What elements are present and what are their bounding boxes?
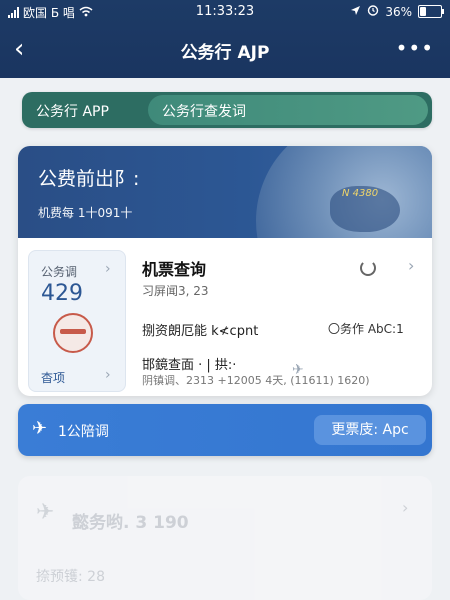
official-duty-card[interactable]: 公务调 › 429 杳项 › [28,250,126,392]
chevron-right-icon[interactable]: › [408,256,414,275]
airplane-icon: ✈ [36,500,55,525]
official-duty-footer[interactable]: 杳项 [41,369,65,386]
hero-code: N 4380 [342,188,379,199]
chevron-right-icon[interactable]: › [105,261,111,277]
battery-icon [418,5,444,18]
faded-card[interactable]: ✈ 懿务哟. 3 190 › 捺预镬: 28 [18,476,432,600]
chevron-right-icon[interactable]: › [402,498,408,517]
ticket-schedule: 阴镇调、2313 +12005 4天, (11611) 1620) [142,374,370,387]
ticket-query-panel[interactable]: 机票查询 › 习屏闻3, 23 捌资朗厄能 k≮cpnt 〇务作 AbC:1 邯… [142,250,428,390]
app-bar[interactable]: 公务行 APP 公务行查发词 [22,92,432,128]
loading-icon [360,260,376,276]
app-bar-label: 公务行 APP [36,104,109,120]
hero-banner: 公费前岀阝: 机费每 1十091十 N 4380 [18,146,432,238]
official-duty-count: 429 [41,281,83,306]
nav-bar: ‹ 公务行 AJP ••• [0,30,450,70]
change-ticket-button[interactable]: 更票庋: Apc [314,415,426,445]
app-bar-segment[interactable]: 公务行查发词 [148,95,428,125]
ticket-query-subtitle: 习屏闻3, 23 [142,284,209,298]
location-arrow-icon [350,5,361,19]
faded-card-title: 懿务哟. 3 190 [72,513,189,533]
action-bar[interactable]: ✈ 1公陪调 更票庋: Apc [18,404,432,456]
faded-card-subtitle: 捺预镬: 28 [36,569,105,585]
airplane-icon: ✈ [32,418,48,439]
page-title: 公务行 AJP [180,43,270,63]
chevron-right-icon[interactable]: › [105,367,111,383]
ticket-info-left: 捌资朗厄能 k≮cpnt [142,324,259,339]
battery-percent: 36% [385,4,412,19]
action-bar-label: 1公陪调 [58,424,109,440]
main-card: 公费前岀阝: 机费每 1十091十 N 4380 公务调 › 429 杳项 › … [18,146,432,396]
hero-subtitle: 机费每 1十091十 [38,206,133,220]
status-bar: 欧国 Б 唱 11:33:23 36% [0,0,450,24]
official-duty-title: 公务调 [41,265,78,279]
app-bar-segment-label: 公务行查发词 [162,104,246,120]
more-menu-button[interactable]: ••• [396,36,434,60]
ticket-query-title: 机票查询 [142,260,207,279]
seal-icon [53,313,93,353]
header: 欧国 Б 唱 11:33:23 36% ‹ 公务行 AJP ••• [0,0,450,78]
ticket-info-right: 〇务作 AbC:1 [328,322,404,336]
ticket-route: 邯鏡查面 · | 拱:· [142,358,237,373]
hero-title: 公费前岀阝: [38,168,140,190]
alarm-icon [367,4,379,19]
